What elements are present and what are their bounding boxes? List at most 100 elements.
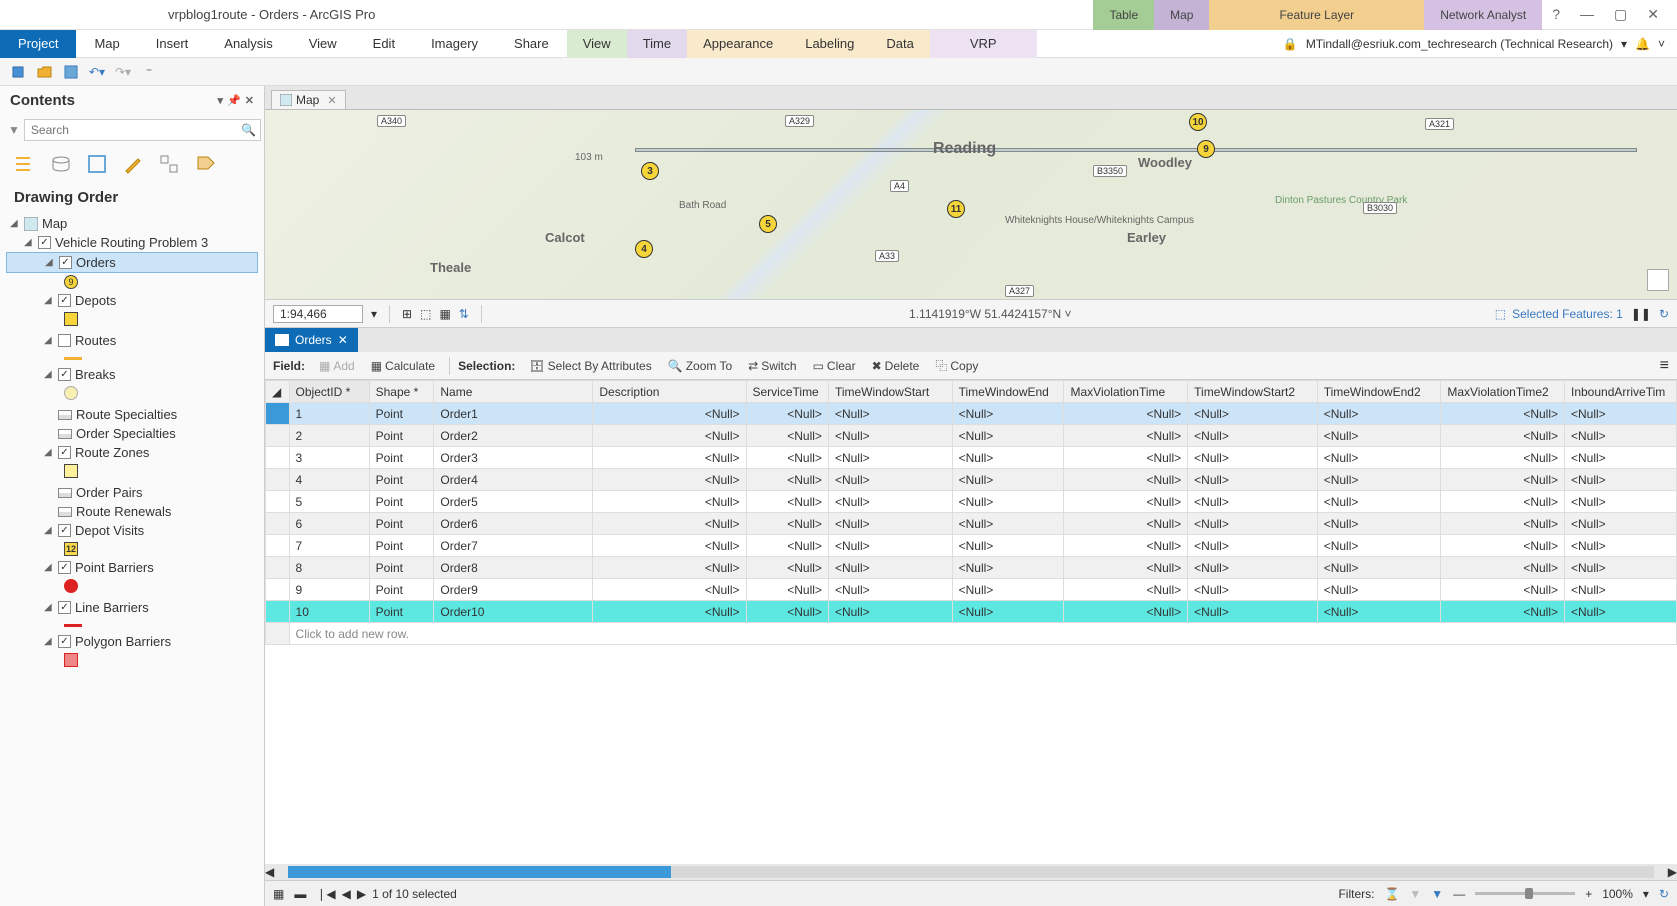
corner-cell[interactable]: ◢ (266, 381, 290, 403)
help-button[interactable]: ? (1552, 6, 1560, 23)
show-all-icon[interactable]: ▦ (273, 887, 284, 901)
zoom-to-button[interactable]: 🔍Zoom To (662, 357, 738, 375)
prev-record-icon[interactable]: ◀ (342, 887, 351, 901)
map-tool-icon[interactable]: ▦ (439, 307, 450, 321)
redo-icon[interactable]: ↷▾ (114, 63, 132, 81)
context-tab-feature[interactable]: Feature Layer (1209, 0, 1424, 30)
scale-input[interactable]: 1:94,466 (273, 305, 363, 323)
table-row[interactable]: 6PointOrder6<Null><Null><Null><Null><Nul… (266, 513, 1677, 535)
snap-icon[interactable]: ⊞ (402, 307, 412, 321)
scale-dropdown-icon[interactable]: ▾ (371, 307, 377, 321)
calculate-button[interactable]: ▦Calculate (365, 357, 441, 375)
close-icon[interactable]: ✕ (338, 333, 348, 347)
ribbon-sub-map-time[interactable]: Time (627, 30, 687, 58)
tree-node-route-specialties[interactable]: Route Specialties (6, 405, 258, 424)
column-header[interactable]: ServiceTime (746, 381, 828, 403)
column-header[interactable]: Name (434, 381, 593, 403)
order-pin-3[interactable]: 3 (641, 162, 659, 180)
tree-node-vrp[interactable]: ◢Vehicle Routing Problem 3 (6, 233, 258, 252)
table-row[interactable]: 1PointOrder1<Null><Null><Null><Null><Nul… (266, 403, 1677, 425)
scroll-thumb[interactable] (288, 866, 670, 878)
order-pin-5[interactable]: 5 (759, 215, 777, 233)
search-input[interactable] (24, 119, 261, 141)
list-by-selection-icon[interactable] (86, 153, 108, 175)
ribbon-tab-project[interactable]: Project (0, 30, 76, 58)
tree-node-route-zones[interactable]: ◢Route Zones (6, 443, 258, 462)
order-pin-10[interactable]: 10 (1189, 113, 1207, 131)
ribbon-sub-table-view[interactable]: View (567, 30, 627, 58)
contents-close-icon[interactable]: ✕ (245, 94, 254, 107)
map-tool-icon[interactable]: ⇅ (459, 307, 469, 321)
table-row[interactable]: 2PointOrder2<Null><Null><Null><Null><Nul… (266, 425, 1677, 447)
tree-node-route-renewals[interactable]: Route Renewals (6, 502, 258, 521)
filter-icon[interactable]: ▼ (8, 123, 20, 137)
list-by-labeling-icon[interactable] (194, 153, 216, 175)
refresh-icon[interactable]: ↻ (1659, 307, 1669, 321)
tree-node-routes[interactable]: ◢Routes (6, 331, 258, 350)
list-by-editing-icon[interactable] (122, 153, 144, 175)
maximize-button[interactable]: ▢ (1614, 6, 1627, 23)
contents-pin-icon[interactable]: 📌 (227, 94, 241, 107)
column-header[interactable]: MaxViolationTime (1064, 381, 1188, 403)
select-by-attributes-button[interactable]: 🗄Select By Attributes (523, 357, 657, 375)
tree-node-map[interactable]: ◢Map (6, 214, 258, 233)
ribbon-sub-vrp[interactable]: VRP (930, 30, 1037, 58)
scroll-right-icon[interactable]: ▶ (1668, 865, 1677, 879)
context-tab-network[interactable]: Network Analyst (1424, 0, 1542, 30)
context-tab-table[interactable]: Table (1093, 0, 1154, 30)
ribbon-tab-share[interactable]: Share (496, 30, 567, 58)
data-grid[interactable]: ◢ObjectID *Shape *NameDescriptionService… (265, 380, 1677, 864)
qat-customize-icon[interactable]: ⁼ (140, 63, 158, 81)
ribbon-tab-analysis[interactable]: Analysis (206, 30, 290, 58)
ribbon-tab-insert[interactable]: Insert (138, 30, 207, 58)
minimize-button[interactable]: — (1580, 6, 1594, 23)
list-by-snapping-icon[interactable] (158, 153, 180, 175)
ribbon-collapse-icon[interactable]: ˅ (1658, 37, 1665, 51)
first-record-icon[interactable]: ❘◀ (316, 887, 335, 901)
show-selected-icon[interactable]: ▬ (294, 887, 306, 901)
new-project-icon[interactable] (10, 63, 28, 81)
copy-button[interactable]: ⿻Copy (929, 355, 984, 376)
order-pin-11[interactable]: 11 (947, 200, 965, 218)
zoom-dropdown-icon[interactable]: ▾ (1643, 887, 1649, 901)
map-attribution-icon[interactable] (1647, 269, 1669, 291)
column-header[interactable]: TimeWindowEnd2 (1317, 381, 1441, 403)
column-header[interactable]: Description (593, 381, 746, 403)
coords-dropdown-icon[interactable]: ˅ (1065, 307, 1072, 321)
close-button[interactable]: ✕ (1647, 6, 1659, 23)
add-field-button[interactable]: ▦Add (313, 357, 361, 375)
table-row[interactable]: 5PointOrder5<Null><Null><Null><Null><Nul… (266, 491, 1677, 513)
tree-node-point-barriers[interactable]: ◢Point Barriers (6, 558, 258, 577)
ribbon-sub-appearance[interactable]: Appearance (687, 30, 789, 58)
column-header[interactable]: MaxViolationTime2 (1441, 381, 1565, 403)
table-menu-icon[interactable]: ≡ (1660, 357, 1669, 375)
notifications-icon[interactable]: 🔔 (1635, 37, 1650, 51)
save-project-icon[interactable] (62, 63, 80, 81)
tree-node-breaks[interactable]: ◢Breaks (6, 365, 258, 384)
ribbon-tab-map[interactable]: Map (76, 30, 137, 58)
table-row[interactable]: 7PointOrder7<Null><Null><Null><Null><Nul… (266, 535, 1677, 557)
user-dropdown-icon[interactable]: ▾ (1621, 37, 1627, 51)
filter-icon[interactable]: ⌛ (1384, 887, 1399, 901)
tree-node-depots[interactable]: ◢Depots (6, 291, 258, 310)
column-header[interactable]: TimeWindowStart2 (1188, 381, 1318, 403)
ribbon-sub-labeling[interactable]: Labeling (789, 30, 870, 58)
table-row[interactable]: 3PointOrder3<Null><Null><Null><Null><Nul… (266, 447, 1677, 469)
map-view-tab[interactable]: Map ✕ (271, 90, 346, 109)
column-header[interactable]: InboundArriveTim (1565, 381, 1677, 403)
ribbon-sub-data[interactable]: Data (870, 30, 929, 58)
next-record-icon[interactable]: ▶ (357, 887, 366, 901)
ribbon-tab-view[interactable]: View (291, 30, 355, 58)
table-row[interactable]: 8PointOrder8<Null><Null><Null><Null><Nul… (266, 557, 1677, 579)
column-header[interactable]: ObjectID * (289, 381, 369, 403)
tree-node-orders[interactable]: ◢Orders (6, 252, 258, 273)
column-header[interactable]: TimeWindowEnd (952, 381, 1064, 403)
new-row[interactable]: Click to add new row. (266, 623, 1677, 645)
order-pin-9[interactable]: 9 (1197, 140, 1215, 158)
horizontal-scrollbar[interactable]: ◀ ▶ (265, 864, 1677, 880)
delete-button[interactable]: ✖Delete (866, 357, 926, 375)
list-by-drawing-order-icon[interactable] (14, 153, 36, 175)
context-tab-map[interactable]: Map (1154, 0, 1209, 30)
tree-node-line-barriers[interactable]: ◢Line Barriers (6, 598, 258, 617)
order-pin-4[interactable]: 4 (635, 240, 653, 258)
